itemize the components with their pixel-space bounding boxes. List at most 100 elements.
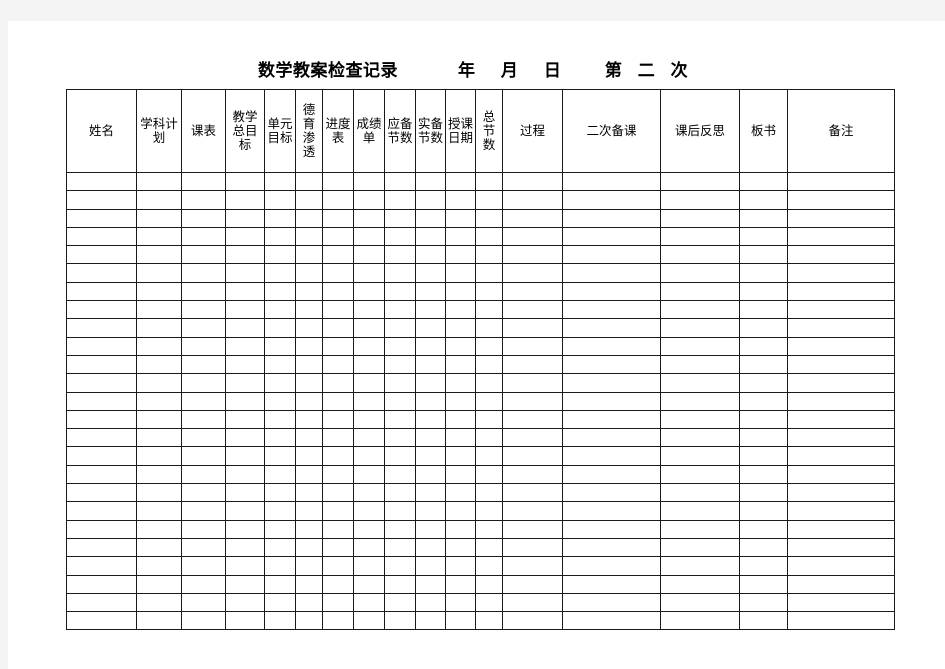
table-row[interactable] — [66, 537, 895, 558]
cell-blackboard[interactable] — [739, 501, 788, 521]
cell-unit_goal[interactable] — [264, 519, 296, 539]
cell-overall_goal[interactable] — [225, 263, 265, 283]
cell-teach_date[interactable] — [445, 208, 476, 228]
cell-progress[interactable] — [322, 245, 354, 265]
cell-remarks[interactable] — [787, 556, 895, 576]
cell-overall_goal[interactable] — [225, 281, 265, 302]
cell-blackboard[interactable] — [739, 592, 788, 613]
cell-remarks[interactable] — [787, 354, 895, 375]
cell-blackboard[interactable] — [739, 318, 788, 338]
cell-unit_goal[interactable] — [264, 574, 296, 594]
cell-process[interactable] — [502, 464, 563, 485]
cell-process[interactable] — [502, 171, 563, 192]
cell-name[interactable] — [66, 171, 137, 192]
cell-subject_plan[interactable] — [136, 409, 182, 430]
cell-progress[interactable] — [322, 208, 354, 228]
cell-progress[interactable] — [322, 281, 354, 302]
cell-moral_edu[interactable] — [295, 245, 323, 265]
cell-actual_periods[interactable] — [415, 592, 446, 613]
cell-total_periods[interactable] — [475, 373, 503, 393]
cell-subject_plan[interactable] — [136, 428, 182, 448]
table-row[interactable] — [66, 281, 895, 302]
cell-score_sheet[interactable] — [353, 537, 385, 558]
cell-progress[interactable] — [322, 300, 354, 320]
cell-total_periods[interactable] — [475, 208, 503, 228]
table-row[interactable] — [66, 446, 895, 466]
cell-progress[interactable] — [322, 171, 354, 192]
cell-process[interactable] — [502, 501, 563, 521]
cell-progress[interactable] — [322, 263, 354, 283]
cell-overall_goal[interactable] — [225, 373, 265, 393]
cell-overall_goal[interactable] — [225, 556, 265, 576]
cell-overall_goal[interactable] — [225, 574, 265, 594]
cell-actual_periods[interactable] — [415, 354, 446, 375]
cell-teach_date[interactable] — [445, 464, 476, 485]
cell-reflection[interactable] — [660, 574, 740, 594]
cell-blackboard[interactable] — [739, 336, 788, 356]
cell-unit_goal[interactable] — [264, 592, 296, 613]
cell-planned_periods[interactable] — [384, 519, 416, 539]
cell-progress[interactable] — [322, 574, 354, 594]
cell-planned_periods[interactable] — [384, 336, 416, 356]
cell-teach_date[interactable] — [445, 171, 476, 192]
cell-total_periods[interactable] — [475, 556, 503, 576]
cell-score_sheet[interactable] — [353, 208, 385, 228]
cell-process[interactable] — [502, 519, 563, 539]
cell-planned_periods[interactable] — [384, 354, 416, 375]
cell-unit_goal[interactable] — [264, 501, 296, 521]
cell-unit_goal[interactable] — [264, 611, 296, 631]
cell-subject_plan[interactable] — [136, 300, 182, 320]
cell-remarks[interactable] — [787, 226, 895, 247]
cell-name[interactable] — [66, 263, 137, 283]
cell-blackboard[interactable] — [739, 354, 788, 375]
cell-blackboard[interactable] — [739, 556, 788, 576]
cell-second_prep[interactable] — [562, 190, 661, 210]
cell-reflection[interactable] — [660, 592, 740, 613]
cell-unit_goal[interactable] — [264, 464, 296, 485]
cell-unit_goal[interactable] — [264, 483, 296, 503]
cell-remarks[interactable] — [787, 611, 895, 631]
cell-score_sheet[interactable] — [353, 446, 385, 466]
cell-overall_goal[interactable] — [225, 171, 265, 192]
cell-actual_periods[interactable] — [415, 318, 446, 338]
cell-remarks[interactable] — [787, 318, 895, 338]
cell-reflection[interactable] — [660, 226, 740, 247]
cell-score_sheet[interactable] — [353, 391, 385, 411]
cell-blackboard[interactable] — [739, 446, 788, 466]
cell-subject_plan[interactable] — [136, 354, 182, 375]
cell-second_prep[interactable] — [562, 263, 661, 283]
table-row[interactable] — [66, 592, 895, 613]
cell-timetable[interactable] — [181, 519, 226, 539]
cell-blackboard[interactable] — [739, 428, 788, 448]
cell-total_periods[interactable] — [475, 318, 503, 338]
cell-name[interactable] — [66, 464, 137, 485]
cell-actual_periods[interactable] — [415, 537, 446, 558]
cell-planned_periods[interactable] — [384, 574, 416, 594]
cell-timetable[interactable] — [181, 556, 226, 576]
cell-score_sheet[interactable] — [353, 483, 385, 503]
cell-blackboard[interactable] — [739, 611, 788, 631]
cell-name[interactable] — [66, 190, 137, 210]
cell-overall_goal[interactable] — [225, 446, 265, 466]
cell-timetable[interactable] — [181, 263, 226, 283]
cell-blackboard[interactable] — [739, 208, 788, 228]
cell-teach_date[interactable] — [445, 373, 476, 393]
cell-unit_goal[interactable] — [264, 428, 296, 448]
cell-unit_goal[interactable] — [264, 336, 296, 356]
cell-remarks[interactable] — [787, 574, 895, 594]
cell-process[interactable] — [502, 537, 563, 558]
cell-process[interactable] — [502, 208, 563, 228]
cell-total_periods[interactable] — [475, 190, 503, 210]
cell-moral_edu[interactable] — [295, 611, 323, 631]
cell-progress[interactable] — [322, 226, 354, 247]
cell-planned_periods[interactable] — [384, 501, 416, 521]
cell-total_periods[interactable] — [475, 574, 503, 594]
cell-second_prep[interactable] — [562, 208, 661, 228]
cell-teach_date[interactable] — [445, 336, 476, 356]
table-row[interactable] — [66, 263, 895, 283]
cell-timetable[interactable] — [181, 281, 226, 302]
cell-process[interactable] — [502, 483, 563, 503]
cell-planned_periods[interactable] — [384, 592, 416, 613]
cell-blackboard[interactable] — [739, 373, 788, 393]
cell-score_sheet[interactable] — [353, 592, 385, 613]
